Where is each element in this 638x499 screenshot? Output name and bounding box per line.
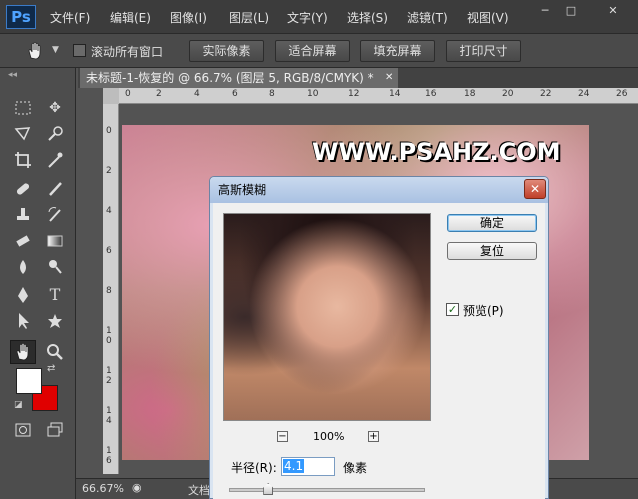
blur-preview-image[interactable] xyxy=(223,213,431,421)
dialog-body: 确定 复位 ✓ 预览(P) − 100% + 半径(R): 4.1 像素 xyxy=(213,203,545,499)
scroll-all-label: 滚动所有窗口 xyxy=(91,45,164,59)
ruler-tick: 1 2 xyxy=(106,366,112,386)
ruler-tick: 6 xyxy=(106,246,112,256)
radius-slider-track[interactable] xyxy=(229,488,425,492)
ruler-tick: 20 xyxy=(502,89,514,99)
reset-button[interactable]: 复位 xyxy=(447,242,537,260)
crop-tool-icon[interactable] xyxy=(12,149,34,171)
gaussian-blur-dialog: 高斯模糊 ✕ 确定 复位 ✓ 预览(P) − 100% + 半径(R): 4.1… xyxy=(209,176,549,499)
healing-brush-tool-icon[interactable] xyxy=(12,178,34,200)
preview-zoom-level: 100% xyxy=(313,430,345,443)
close-window-icon[interactable]: ✕ xyxy=(604,4,622,18)
eraser-tool-icon[interactable] xyxy=(12,230,34,252)
ruler-tick: 1 0 xyxy=(106,326,112,346)
ruler-tick: 4 xyxy=(194,89,200,99)
radius-input[interactable]: 4.1 xyxy=(281,457,335,476)
collapse-panel-icon[interactable]: ◂◂ xyxy=(8,70,17,80)
custom-shape-tool-icon[interactable] xyxy=(44,310,66,332)
ruler-tick: 12 xyxy=(348,89,360,99)
status-info-icon[interactable]: ◉ xyxy=(132,481,142,494)
foreground-color-swatch[interactable] xyxy=(16,368,42,394)
actual-pixels-button[interactable]: 实际像素 xyxy=(189,40,264,62)
document-tab[interactable]: 未标题-1-恢复的 @ 66.7% (图层 5, RGB/8/CMYK) * ✕ xyxy=(80,68,398,88)
ruler-tick: 2 xyxy=(106,166,112,176)
radius-label: 半径(R): xyxy=(231,461,277,475)
watermark-text: WWW.PSAHZ.COM xyxy=(312,138,561,166)
zoom-out-button[interactable]: − xyxy=(277,431,288,442)
ruler-horizontal[interactable]: 0 2 4 6 8 10 12 14 16 18 20 22 24 26 xyxy=(119,88,638,104)
move-tool-icon[interactable]: ✥ xyxy=(44,97,66,119)
zoom-tool-icon[interactable] xyxy=(44,341,66,363)
ruler-tick: 0 xyxy=(106,126,112,136)
ruler-tick: 8 xyxy=(106,286,112,296)
close-tab-icon[interactable]: ✕ xyxy=(385,68,393,88)
default-colors-icon[interactable]: ◪ xyxy=(14,400,23,410)
ruler-tick: 10 xyxy=(307,89,319,99)
blur-tool-icon[interactable] xyxy=(12,256,34,278)
radius-value: 4.1 xyxy=(283,459,305,473)
toolbox-panel: ◂◂ ✥ T ⇄ ◪ xyxy=(0,68,76,499)
path-select-tool-icon[interactable] xyxy=(12,310,34,332)
hand-icon[interactable] xyxy=(24,40,46,62)
eyedropper-tool-icon[interactable] xyxy=(44,149,66,171)
menu-bar: Ps 文件(F) 编辑(E) 图像(I) 图层(L) 文字(Y) 选择(S) 滤… xyxy=(0,0,638,34)
menu-layer[interactable]: 图层(L) xyxy=(229,9,269,26)
ruler-tick: 1 4 xyxy=(106,406,112,426)
minimize-icon[interactable]: ─ xyxy=(536,4,554,18)
doc-info-label: 文档 xyxy=(188,484,210,497)
fit-screen-button[interactable]: 适合屏幕 xyxy=(275,40,350,62)
ruler-tick: 22 xyxy=(540,89,552,99)
zoom-level[interactable]: 66.67% xyxy=(82,482,124,495)
ruler-tick: 18 xyxy=(464,89,476,99)
scroll-all-checkbox[interactable] xyxy=(73,44,86,57)
menu-edit[interactable]: 编辑(E) xyxy=(110,9,151,26)
ruler-tick: 16 xyxy=(425,89,437,99)
clone-stamp-tool-icon[interactable] xyxy=(12,204,34,226)
ruler-origin[interactable] xyxy=(103,88,119,104)
menu-image[interactable]: 图像(I) xyxy=(170,9,207,26)
ruler-tick: 24 xyxy=(578,89,590,99)
quick-mask-icon[interactable] xyxy=(12,419,34,441)
dialog-close-icon[interactable]: ✕ xyxy=(524,179,546,199)
ruler-tick: 2 xyxy=(156,89,162,99)
dialog-title: 高斯模糊 xyxy=(210,177,548,203)
photoshop-logo: Ps xyxy=(6,5,36,29)
ruler-tick: 4 xyxy=(106,206,112,216)
preview-checkbox[interactable]: ✓ xyxy=(446,303,459,316)
hand-tool-icon[interactable] xyxy=(10,340,36,364)
fill-screen-button[interactable]: 填充屏幕 xyxy=(360,40,435,62)
ruler-vertical[interactable]: 0 2 4 6 8 1 0 1 2 1 4 1 6 xyxy=(103,104,119,474)
menu-select[interactable]: 选择(S) xyxy=(347,9,388,26)
ruler-tick: 6 xyxy=(232,89,238,99)
history-brush-tool-icon[interactable] xyxy=(44,204,66,226)
ok-button[interactable]: 确定 xyxy=(447,214,537,232)
ruler-tick: 0 xyxy=(125,89,131,99)
brush-tool-icon[interactable] xyxy=(44,178,66,200)
type-tool-icon[interactable]: T xyxy=(44,284,66,306)
ruler-tick: 1 6 xyxy=(106,446,112,466)
print-size-button[interactable]: 打印尺寸 xyxy=(446,40,521,62)
maximize-icon[interactable]: □ xyxy=(562,4,580,18)
ruler-tick: 8 xyxy=(269,89,275,99)
menu-type[interactable]: 文字(Y) xyxy=(287,9,328,26)
gradient-tool-icon[interactable] xyxy=(44,230,66,252)
marquee-tool-icon[interactable] xyxy=(12,97,34,119)
preview-label: 预览(P) xyxy=(463,304,504,318)
menu-view[interactable]: 视图(V) xyxy=(467,9,509,26)
dodge-tool-icon[interactable] xyxy=(44,256,66,278)
menu-filter[interactable]: 滤镜(T) xyxy=(407,9,448,26)
pen-tool-icon[interactable] xyxy=(12,284,34,306)
quick-select-tool-icon[interactable] xyxy=(44,123,66,145)
radius-slider-thumb[interactable] xyxy=(263,483,274,495)
menu-file[interactable]: 文件(F) xyxy=(50,9,90,26)
radius-unit-label: 像素 xyxy=(343,461,368,475)
lasso-tool-icon[interactable] xyxy=(12,123,34,145)
screen-mode-icon[interactable] xyxy=(44,419,66,441)
document-tab-title: 未标题-1-恢复的 @ 66.7% (图层 5, RGB/8/CMYK) * xyxy=(86,71,374,85)
tool-preset-chevron-icon[interactable]: ▼ xyxy=(52,45,59,55)
ruler-tick: 14 xyxy=(389,89,401,99)
zoom-in-button[interactable]: + xyxy=(368,431,379,442)
ruler-tick: 26 xyxy=(616,89,628,99)
swap-colors-icon[interactable]: ⇄ xyxy=(47,363,55,374)
